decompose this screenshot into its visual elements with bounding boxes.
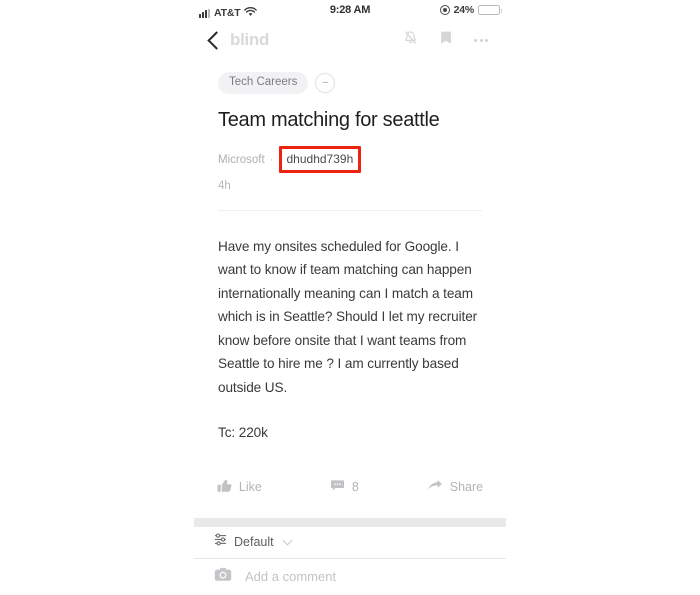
like-button[interactable]: Like (211, 479, 268, 496)
chevron-down-icon (282, 535, 293, 546)
section-separator-band (194, 517, 506, 527)
phone-screen: AT&T 9:28 AM 24% blind Tech Careers – Te… (194, 0, 506, 584)
nav-bar: blind (194, 22, 506, 58)
post-title: Team matching for seattle (218, 108, 440, 131)
tag-more-button[interactable]: – (315, 72, 336, 93)
comment-input-placeholder[interactable]: Add a comment (245, 569, 336, 584)
comment-input-bar[interactable]: Add a comment (194, 559, 506, 595)
chevron-left-icon (207, 30, 226, 50)
post-content: Tech Careers – Team matching for seattle… (194, 72, 506, 496)
author-username[interactable]: dhudhd739h (287, 152, 354, 166)
author-company: Microsoft (218, 154, 265, 166)
battery-percent-label: 24% (453, 4, 475, 16)
more-dots-icon[interactable] (474, 38, 488, 42)
sliders-icon (214, 533, 227, 551)
bell-muted-icon[interactable] (403, 30, 418, 51)
post-meta: Microsoft · dhudhd739h (218, 145, 482, 174)
meta-separator: · (269, 154, 274, 166)
bookmark-icon[interactable] (440, 30, 452, 51)
comment-sort-row[interactable]: Default (194, 527, 506, 559)
comment-bubble-icon (330, 479, 345, 495)
low-power-mode-icon (439, 5, 450, 15)
share-arrow-icon (427, 479, 443, 495)
tag-row: Tech Careers – (218, 72, 482, 94)
username-highlight-box: dhudhd739h (278, 145, 362, 173)
post-tc-text: Tc: 220k (218, 425, 268, 441)
like-label: Like (238, 480, 262, 495)
content-divider (218, 209, 482, 211)
comment-count-label: 8 (351, 480, 359, 495)
topic-tag[interactable]: Tech Careers (218, 72, 309, 94)
post-actions-bar: Like 8 Share (217, 479, 483, 496)
back-button[interactable]: blind (207, 30, 270, 50)
comment-button[interactable]: 8 (324, 479, 365, 495)
sort-label: Default (234, 535, 274, 550)
nav-actions (403, 30, 494, 51)
thumbs-up-icon (217, 479, 232, 496)
share-button[interactable]: Share (421, 479, 489, 495)
app-brand-label: blind (230, 30, 270, 49)
status-bar: AT&T 9:28 AM 24% (194, 0, 506, 22)
status-bar-right: 24% (439, 4, 502, 16)
share-label: Share (449, 480, 484, 495)
post-timestamp: 4h (218, 179, 231, 192)
battery-icon (478, 5, 502, 15)
camera-icon[interactable] (214, 567, 232, 587)
post-body-text: Have my onsites scheduled for Google. I … (218, 238, 481, 395)
